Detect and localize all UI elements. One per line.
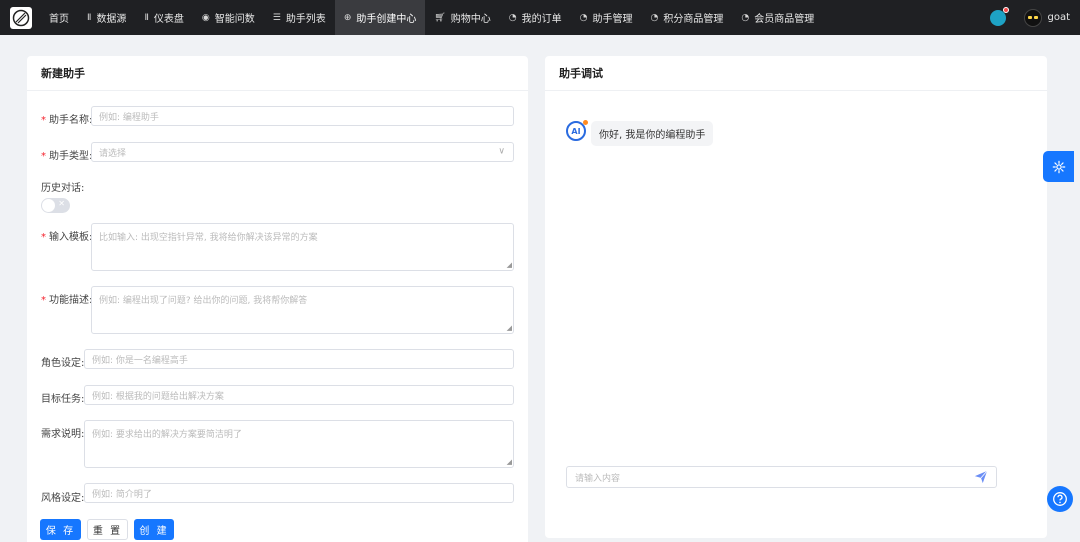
nav-label: 购物中心 — [450, 14, 491, 25]
required-mark: * — [41, 151, 46, 162]
placeholder: 例如: 你是一名编程高手 — [92, 355, 188, 366]
nav-label: 仪表盘 — [153, 14, 184, 25]
pie-icon: ◔ — [579, 12, 588, 23]
style-label: 风格设定: — [41, 493, 85, 504]
nav-label: 智能问数 — [214, 14, 255, 25]
spark-dot — [583, 120, 588, 125]
placeholder: 例如: 根据我的问题给出解决方案 — [92, 391, 224, 402]
nav-label: 我的订单 — [521, 14, 562, 25]
nav-item-smart-query[interactable]: ◉ 智能问数 — [193, 0, 264, 35]
nav-right: goat — [990, 0, 1080, 35]
assistant-type-select[interactable]: 请选择 ∨ — [91, 142, 514, 162]
style-input[interactable]: 例如: 简介明了 — [84, 483, 514, 503]
history-toggle[interactable]: ✕ — [41, 198, 70, 213]
bar-chart-icon: Ⅱ — [144, 12, 149, 23]
nav-item-datasource[interactable]: Ⅱ 数据源 — [78, 0, 135, 35]
placeholder: 例如: 简介明了 — [92, 489, 152, 500]
avatar[interactable] — [1024, 8, 1043, 27]
plus-circle-icon: ⊕ — [343, 12, 352, 23]
resize-handle-icon[interactable]: ◢ — [507, 262, 512, 269]
type-label: * 助手类型: — [41, 147, 92, 162]
name-label: * 助手名称: — [41, 111, 92, 126]
chat-message-bubble: 你好, 我是你的编程助手 — [591, 121, 714, 146]
help-float-button[interactable] — [1047, 486, 1073, 512]
desc-label: * 功能描述: — [41, 291, 92, 306]
chat-input[interactable]: 请输入内容 — [566, 466, 997, 488]
nav-item-orders[interactable]: ◔ 我的订单 — [500, 0, 571, 35]
bar-chart-icon: Ⅱ — [87, 12, 92, 23]
resize-handle-icon[interactable]: ◢ — [507, 325, 512, 332]
function-desc-textarea[interactable]: 例如: 编程出现了问题? 给出你的问题, 我将帮你解答 ◢ — [91, 286, 514, 334]
requirement-textarea[interactable]: 例如: 要求给出的解决方案要简洁明了 ◢ — [84, 420, 514, 468]
nav-item-shop[interactable]: 🛒︎ 购物中心 — [425, 0, 499, 35]
nav-label: 助手管理 — [592, 14, 633, 25]
template-label: * 输入模板: — [41, 228, 92, 243]
notification-icon[interactable] — [990, 6, 1010, 26]
ai-badge-text: AI — [571, 126, 581, 136]
nav-item-assistant-admin[interactable]: ◔ 助手管理 — [571, 0, 642, 35]
create-button[interactable]: 创 建 — [134, 519, 174, 540]
label-text: 功能描述: — [49, 295, 93, 306]
input-template-textarea[interactable]: 比如输入: 出现空指针异常, 我将给你解决该异常的方案 ◢ — [91, 223, 514, 271]
nav-label: 积分商品管理 — [663, 14, 724, 25]
pie-icon: ◔ — [650, 12, 659, 23]
nav-item-assistant-create[interactable]: ⊕ 助手创建中心 — [334, 0, 426, 35]
gear-icon — [1052, 160, 1065, 173]
chat-message-text: 你好, 我是你的编程助手 — [599, 130, 706, 141]
panel-title: 助手调试 — [545, 56, 1047, 91]
placeholder: 例如: 编程助手 — [99, 112, 159, 123]
settings-float-button[interactable] — [1043, 151, 1074, 182]
nav-label: 会员商品管理 — [754, 14, 815, 25]
requirement-label: 需求说明: — [41, 429, 85, 440]
list-icon: ☰ — [272, 12, 281, 23]
required-mark: * — [41, 295, 46, 306]
save-button[interactable]: 保 存 — [40, 519, 81, 540]
nav-item-home[interactable]: 首页 — [40, 0, 78, 35]
reset-button[interactable]: 重 置 — [87, 519, 128, 540]
top-nav: 首页 Ⅱ 数据源 Ⅱ 仪表盘 ◉ 智能问数 ☰ 助手列表 ⊕ 助手创建中心 🛒︎ 购物中心 … — [0, 0, 1080, 35]
nav-label: 首页 — [49, 14, 69, 25]
app-logo[interactable] — [10, 6, 32, 29]
placeholder: 请输入内容 — [575, 473, 621, 484]
placeholder: 比如输入: 出现空指针异常, 我将给你解决该异常的方案 — [99, 233, 318, 243]
notification-dot — [1003, 6, 1010, 13]
required-mark: * — [41, 115, 46, 126]
nav-item-member-goods[interactable]: ◔ 会员商品管理 — [732, 0, 823, 35]
pie-icon: ◔ — [508, 12, 517, 23]
toggle-knob — [42, 199, 55, 212]
nav-item-points-goods[interactable]: ◔ 积分商品管理 — [642, 0, 733, 35]
assistant-name-input[interactable]: 例如: 编程助手 — [91, 106, 514, 126]
send-icon[interactable] — [974, 470, 988, 484]
close-icon: ✕ — [58, 199, 65, 208]
label-text: 助手名称: — [49, 115, 93, 126]
pie-icon: ◔ — [741, 12, 750, 23]
goal-input[interactable]: 例如: 根据我的问题给出解决方案 — [84, 385, 514, 405]
resize-handle-icon[interactable]: ◢ — [507, 459, 512, 466]
chevron-down-icon: ∨ — [498, 146, 505, 157]
chat-icon: ◉ — [201, 12, 210, 23]
history-label: 历史对话: — [41, 183, 85, 194]
role-input[interactable]: 例如: 你是一名编程高手 — [84, 349, 514, 369]
role-label: 角色设定: — [41, 358, 85, 369]
placeholder: 例如: 要求给出的解决方案要简洁明了 — [92, 430, 242, 440]
label-text: 输入模板: — [49, 232, 93, 243]
nav-item-assistant-list[interactable]: ☰ 助手列表 — [264, 0, 335, 35]
label-text: 助手类型: — [49, 151, 93, 162]
placeholder: 请选择 — [99, 148, 127, 159]
nav-item-dashboard[interactable]: Ⅱ 仪表盘 — [135, 0, 192, 35]
nav-label: 助手列表 — [285, 14, 326, 25]
cart-icon: 🛒︎ — [434, 12, 446, 23]
goal-label: 目标任务: — [41, 394, 85, 405]
nav-label: 数据源 — [96, 14, 127, 25]
help-icon — [1053, 492, 1067, 506]
nav-label: 助手创建中心 — [356, 14, 417, 25]
username[interactable]: goat — [1047, 12, 1070, 23]
panel-title: 新建助手 — [27, 56, 528, 91]
required-mark: * — [41, 232, 46, 243]
placeholder: 例如: 编程出现了问题? 给出你的问题, 我将帮你解答 — [99, 296, 308, 306]
ai-avatar-icon: AI — [566, 120, 588, 141]
